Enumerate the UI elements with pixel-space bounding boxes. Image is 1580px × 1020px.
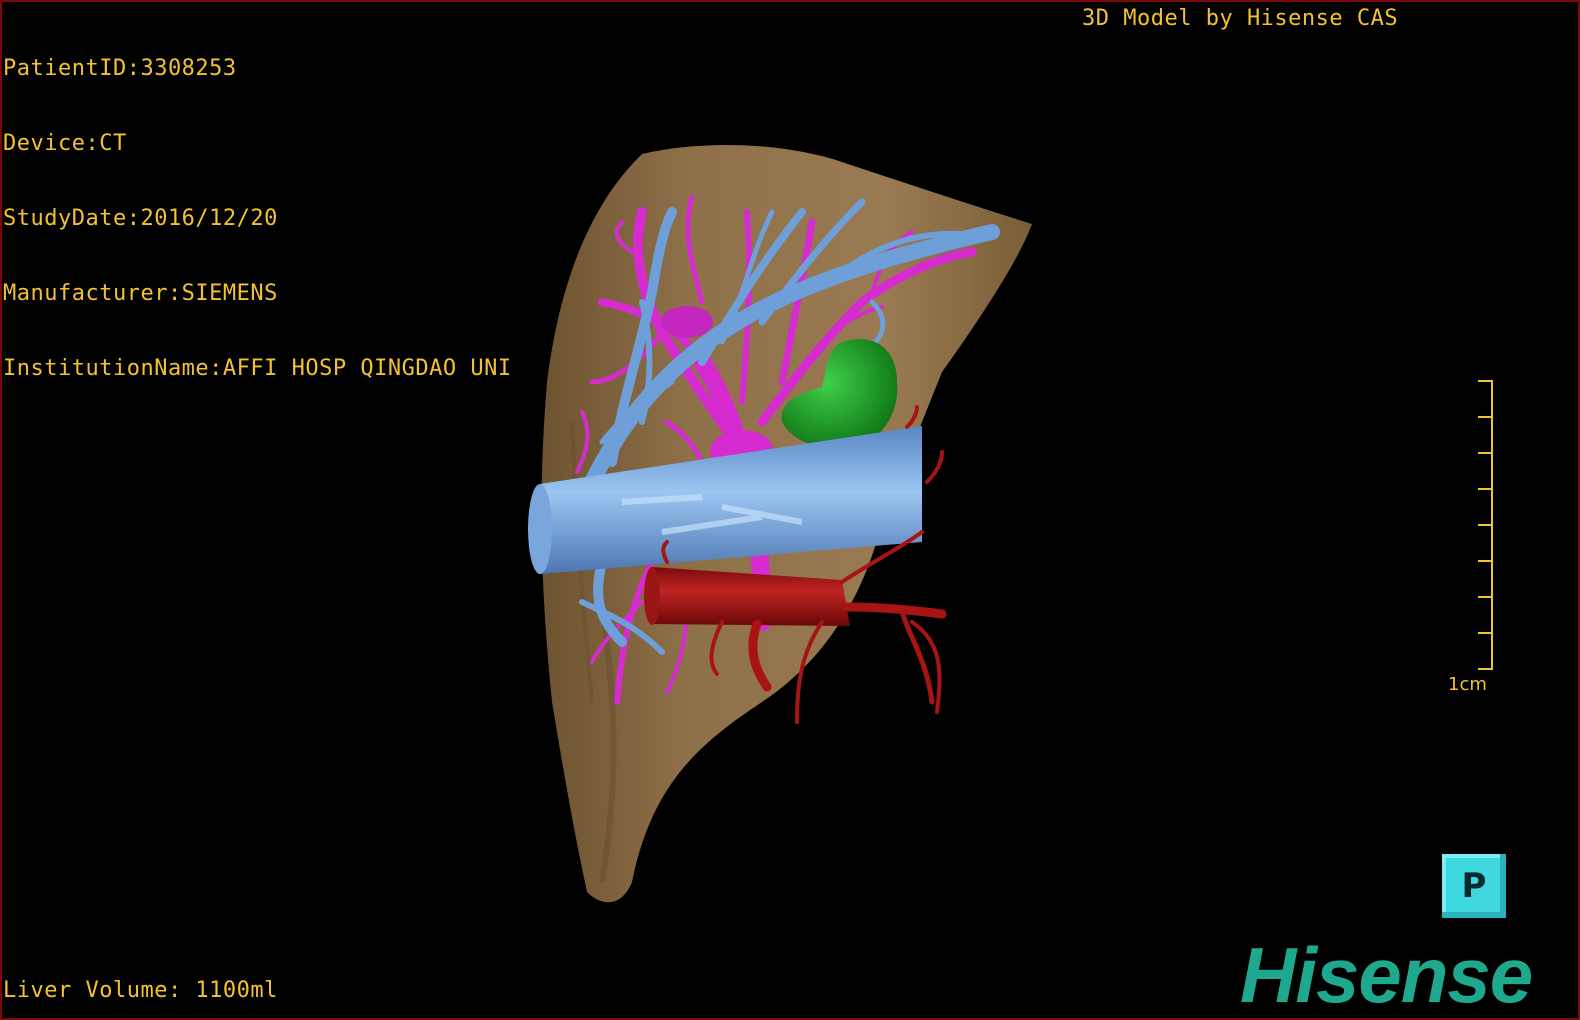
liver-volume-text: Liver Volume: 1100ml [3, 978, 278, 1003]
study-date-text: StudyDate:2016/12/20 [3, 206, 278, 231]
orientation-cube-label: P [1461, 866, 1487, 906]
patient-info-overlay: PatientID:3308253 Device:CT StudyDate:20… [3, 6, 512, 431]
app-frame: PatientID:3308253 Device:CT StudyDate:20… [0, 0, 1580, 1020]
device-text: Device:CT [3, 131, 127, 156]
ruler-icon [1478, 380, 1493, 670]
patient-id-text: PatientID:3308253 [3, 56, 237, 81]
scale-bar-label: 1cm [1448, 674, 1487, 695]
model-credit: 3D Model by Hisense CAS [1082, 6, 1399, 31]
manufacturer-text: Manufacturer:SIEMENS [3, 281, 278, 306]
institution-text: InstitutionName:AFFI HOSP QINGDAO UNI [3, 356, 512, 381]
orientation-cube-icon[interactable]: P [1442, 854, 1506, 918]
brand-logo: Hisense [1240, 931, 1533, 1019]
